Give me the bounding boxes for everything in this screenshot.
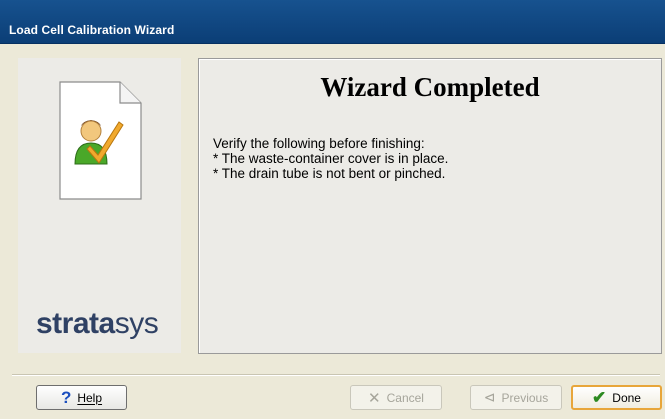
checkmark-icon: ✔ [592, 387, 607, 407]
instruction-line: * The drain tube is not bent or pinched. [213, 166, 446, 181]
instruction-line: * The waste-container cover is in place. [213, 151, 449, 166]
page-title: Wizard Completed [320, 72, 540, 102]
instruction-line: Verify the following before finishing: [213, 136, 425, 151]
content-panel: Wizard Completed Verify the following be… [198, 58, 662, 354]
divider [12, 374, 660, 376]
wizard-document-icon [59, 81, 142, 200]
x-icon: ✕ [368, 389, 381, 407]
question-mark-icon: ? [60, 387, 72, 407]
back-arrow-icon: ⊲ [483, 389, 496, 405]
stratasys-logo: stratasys [36, 307, 159, 340]
previous-button[interactable]: ⊲ Previous [470, 385, 562, 410]
done-button[interactable]: ✔ Done [571, 385, 662, 410]
help-button[interactable]: ? Help [36, 385, 127, 410]
cancel-button[interactable]: ✕ Cancel [350, 385, 442, 410]
title-bar: Load Cell Calibration Wizard [0, 0, 665, 44]
instructions: Verify the following before finishing: *… [213, 136, 448, 181]
window-title: Load Cell Calibration Wizard [9, 23, 175, 37]
